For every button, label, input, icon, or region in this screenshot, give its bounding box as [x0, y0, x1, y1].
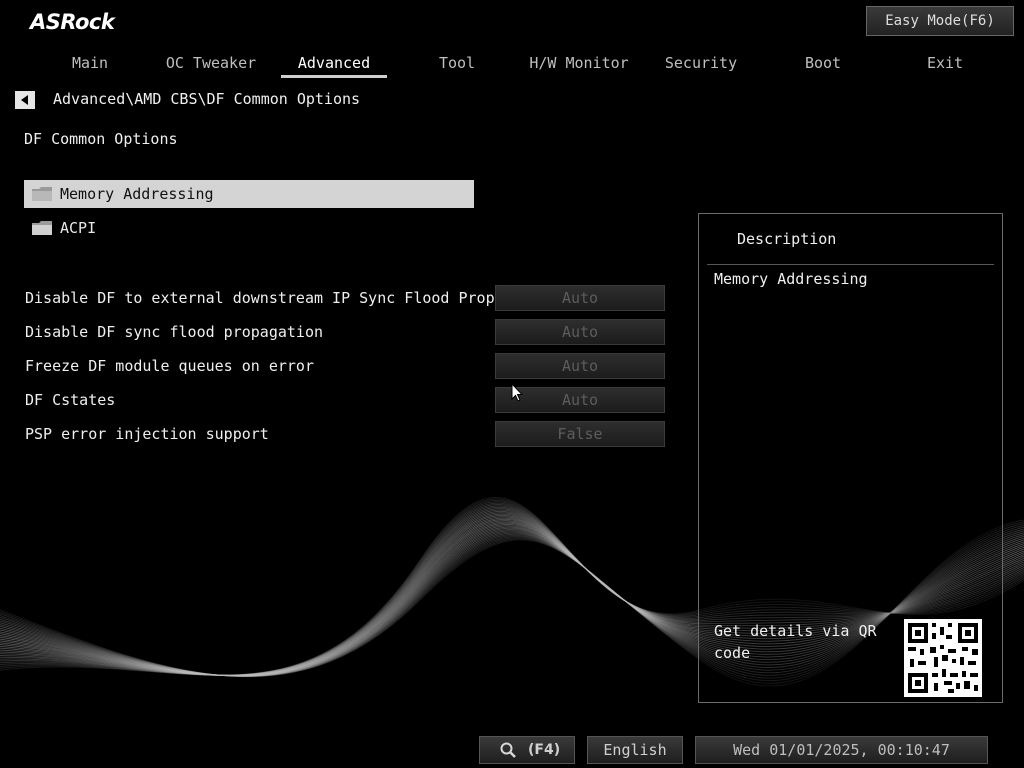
tab-oc-tweaker[interactable]: OC Tweaker [150, 52, 272, 76]
search-icon [500, 742, 516, 758]
option-label: DF Cstates [25, 391, 116, 409]
description-title: Description [737, 230, 837, 248]
submenu-acpi[interactable]: ACPI [24, 214, 474, 242]
folder-icon [32, 187, 52, 201]
option-value-select[interactable]: False [495, 421, 665, 447]
option-value-select[interactable]: Auto [495, 319, 665, 345]
tab-exit[interactable]: Exit [884, 52, 1006, 76]
option-value-select[interactable]: Auto [495, 353, 665, 379]
asrock-logo: ASRock [30, 10, 115, 34]
submenu-label: Memory Addressing [60, 185, 214, 203]
option-label: PSP error injection support [25, 425, 269, 443]
submenu-label: ACPI [60, 219, 97, 237]
folder-icon [32, 221, 52, 235]
breadcrumb: Advanced\AMD CBS\DF Common Options [53, 90, 361, 108]
datetime-display: Wed 01/01/2025, 00:10:47 [695, 736, 988, 764]
option-label: Freeze DF module queues on error [25, 357, 314, 375]
tab-security[interactable]: Security [640, 52, 762, 76]
easy-mode-button[interactable]: Easy Mode(F6) [866, 6, 1014, 36]
back-arrow-icon [21, 95, 28, 105]
search-button[interactable]: (F4) [479, 736, 575, 764]
search-shortcut-label: (F4) [528, 742, 561, 758]
page-title: DF Common Options [24, 130, 178, 148]
mouse-cursor-icon [511, 383, 523, 402]
submenu-memory-addressing[interactable]: Memory Addressing [24, 180, 474, 208]
option-value-select[interactable]: Auto [495, 285, 665, 311]
back-button[interactable] [15, 91, 35, 109]
description-text: Memory Addressing [714, 270, 868, 288]
tab-hw-monitor[interactable]: H/W Monitor [518, 52, 640, 76]
language-button[interactable]: English [587, 736, 683, 764]
option-label: Disable DF to external downstream IP Syn… [25, 289, 522, 307]
option-label: Disable DF sync flood propagation [25, 323, 324, 341]
description-panel: Description Memory Addressing Get detail… [698, 213, 1003, 703]
qr-code-icon [904, 619, 982, 697]
tab-main[interactable]: Main [29, 52, 151, 76]
qr-caption: Get details via QR code [714, 622, 877, 662]
divider [707, 264, 994, 265]
tab-boot[interactable]: Boot [762, 52, 884, 76]
tab-advanced[interactable]: Advanced [273, 52, 395, 78]
tab-tool[interactable]: Tool [396, 52, 518, 76]
